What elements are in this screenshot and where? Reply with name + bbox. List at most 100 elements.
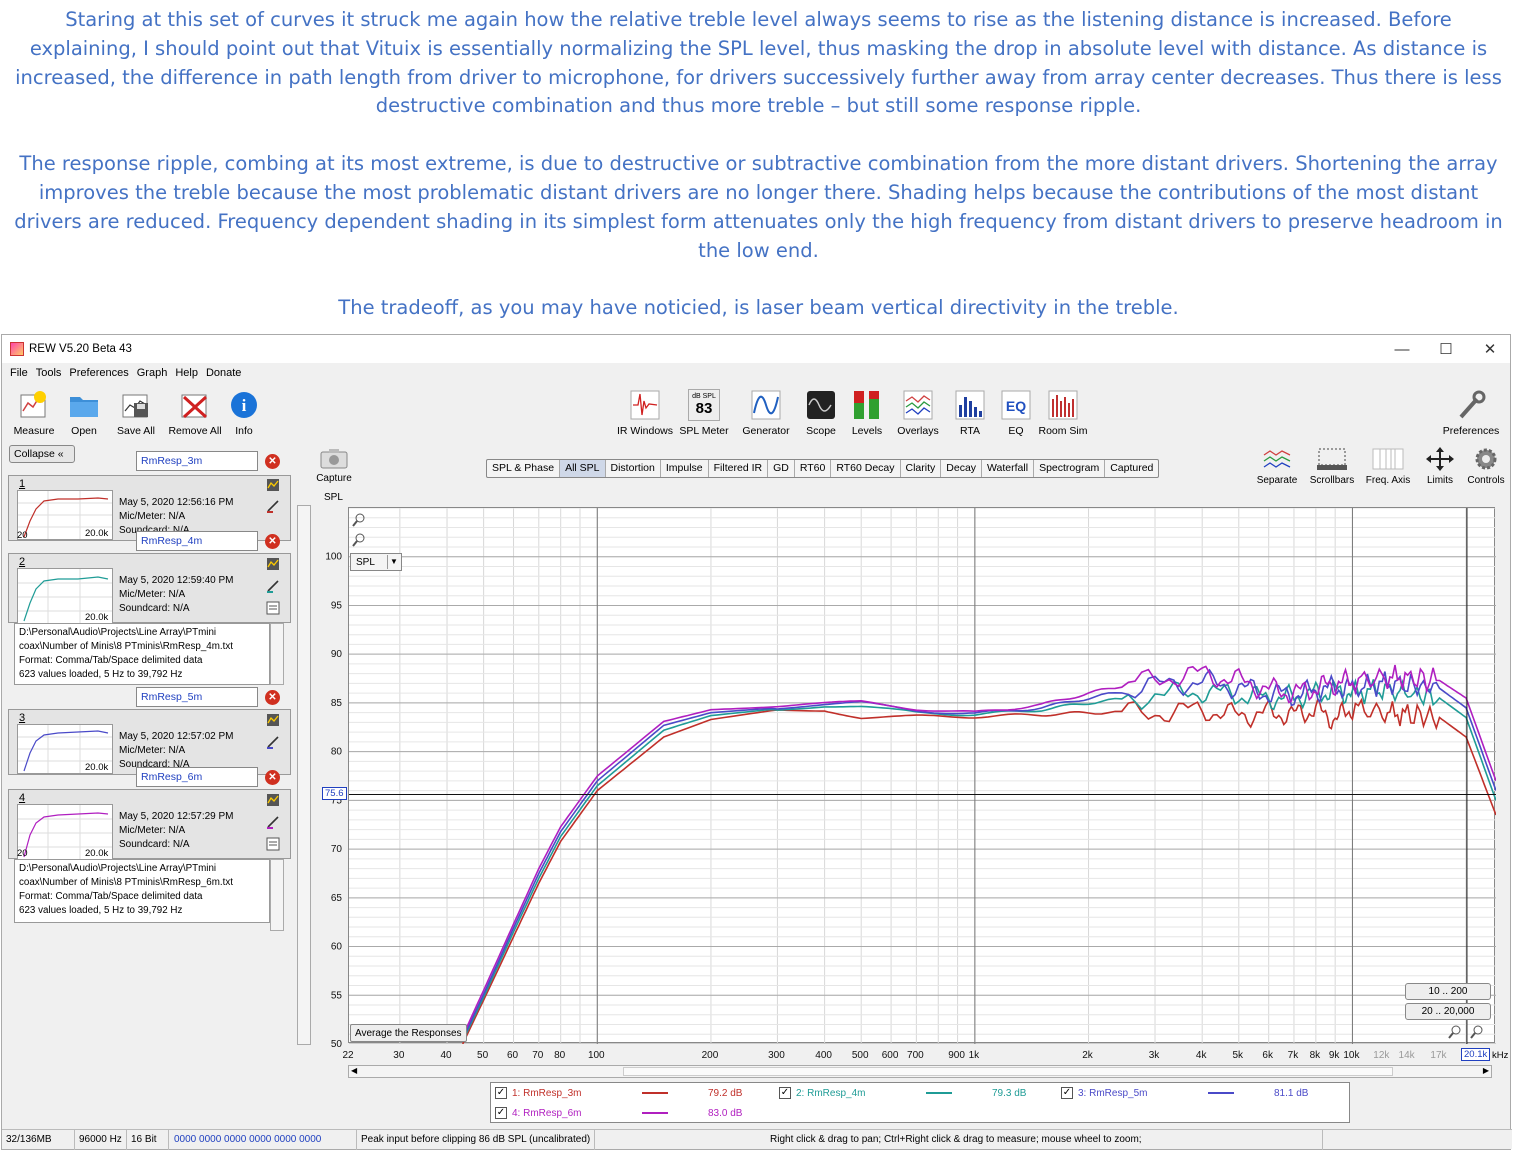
tab-rt60-decay[interactable]: RT60 Decay: [831, 460, 901, 477]
close-button[interactable]: ✕: [1468, 335, 1512, 363]
svg-text:EQ: EQ: [1006, 398, 1026, 414]
checkbox-checked-icon[interactable]: ✓: [779, 1087, 791, 1099]
pen-icon[interactable]: [266, 815, 280, 829]
open-button[interactable]: Open: [62, 389, 106, 437]
measurement-item[interactable]: 3 20.0k May 5, 2020 12:57:02 PM Mic/Mete…: [8, 709, 291, 775]
freq-axis-button[interactable]: Freq. Axis: [1362, 447, 1414, 486]
preferences-button[interactable]: Preferences: [1438, 389, 1504, 437]
notes-icon[interactable]: [266, 837, 280, 851]
measurement-mic: Mic/Meter: N/A: [119, 511, 186, 522]
menu-donate[interactable]: Donate: [206, 367, 241, 379]
tab-spl-phase[interactable]: SPL & Phase: [487, 460, 561, 477]
separate-button[interactable]: Separate: [1254, 447, 1300, 486]
measurement-item[interactable]: 4 20 20.0k May 5, 2020 12:57:29 PM Mic/M…: [8, 789, 291, 860]
x-zoom-in-icon[interactable]: [1470, 1025, 1484, 1042]
remove-all-button[interactable]: Remove All: [166, 389, 224, 437]
limits-button[interactable]: Limits: [1420, 447, 1460, 486]
measurement-notes[interactable]: D:\Personal\Audio\Projects\Line Array\PT…: [14, 859, 270, 923]
tab-decay[interactable]: Decay: [941, 460, 983, 477]
eq-button[interactable]: EQ EQ: [1000, 389, 1032, 437]
menu-help[interactable]: Help: [175, 367, 198, 379]
tab-spectrogram[interactable]: Spectrogram: [1034, 460, 1106, 477]
save-measurement-icon[interactable]: [266, 793, 280, 807]
measurement-name-input[interactable]: RmResp_3m: [136, 451, 258, 471]
checkbox-checked-icon[interactable]: ✓: [495, 1087, 507, 1099]
measurement-date: May 5, 2020 12:56:16 PM: [119, 497, 234, 508]
notes-line: D:\Personal\Audio\Projects\Line Array\PT…: [19, 627, 217, 638]
tab-clarity[interactable]: Clarity: [901, 460, 942, 477]
graph-horizontal-scrollbar[interactable]: ◀ ▶: [348, 1065, 1492, 1078]
menu-preferences[interactable]: Preferences: [69, 367, 128, 379]
delete-measurement-icon[interactable]: ✕: [265, 690, 280, 705]
measurement-name-input[interactable]: RmResp_4m: [136, 531, 258, 551]
x-zoom-out-icon[interactable]: [1448, 1025, 1462, 1042]
checkbox-checked-icon[interactable]: ✓: [495, 1107, 507, 1119]
levels-button[interactable]: Levels: [847, 389, 887, 437]
delete-measurement-icon[interactable]: ✕: [265, 534, 280, 549]
legend-item[interactable]: ✓ 1: RmResp_3m 79.2 dB: [495, 1087, 742, 1099]
room-sim-button[interactable]: Room Sim: [1038, 389, 1088, 437]
measure-button[interactable]: Measure: [10, 389, 58, 437]
tab-captured[interactable]: Captured: [1105, 460, 1158, 477]
maximize-button[interactable]: ☐: [1424, 335, 1468, 363]
scrollbar-thumb[interactable]: [623, 1067, 1393, 1076]
scroll-right-icon[interactable]: ▶: [1483, 1066, 1489, 1075]
menu-graph[interactable]: Graph: [137, 367, 168, 379]
tab-all-spl[interactable]: All SPL: [560, 460, 606, 477]
plot-area[interactable]: [348, 507, 1497, 1045]
collapse-button[interactable]: Collapse «: [9, 445, 75, 463]
scope-button[interactable]: Scope: [802, 389, 840, 437]
room-sim-icon: [1047, 389, 1079, 421]
range-10-200-button[interactable]: 10 .. 200: [1405, 983, 1491, 1000]
measurement-name-input[interactable]: RmResp_5m: [136, 687, 258, 707]
save-all-button[interactable]: Save All: [112, 389, 160, 437]
pen-icon[interactable]: [266, 579, 280, 593]
tab-filtered-ir[interactable]: Filtered IR: [709, 460, 769, 477]
delete-measurement-icon[interactable]: ✕: [265, 770, 280, 785]
checkbox-checked-icon[interactable]: ✓: [1061, 1087, 1073, 1099]
rta-button[interactable]: RTA: [952, 389, 988, 437]
pen-icon[interactable]: [266, 735, 280, 749]
tab-distortion[interactable]: Distortion: [606, 460, 661, 477]
pen-icon[interactable]: [266, 499, 280, 513]
measurement-name-input[interactable]: RmResp_6m: [136, 767, 258, 787]
save-measurement-icon[interactable]: [266, 557, 280, 571]
spl-meter-button[interactable]: dB SPL 83 SPL Meter: [679, 389, 729, 437]
notes-icon[interactable]: [266, 601, 280, 615]
spl-select[interactable]: SPL ▼: [350, 553, 402, 571]
tab-gd[interactable]: GD: [768, 460, 795, 477]
delete-measurement-icon[interactable]: ✕: [265, 454, 280, 469]
legend-item[interactable]: ✓ 2: RmResp_4m 79.3 dB: [779, 1087, 1026, 1099]
save-measurement-icon[interactable]: [266, 713, 280, 727]
ir-windows-button[interactable]: IR Windows: [614, 389, 676, 437]
spl-chart[interactable]: [349, 507, 1497, 1045]
menu-file[interactable]: File: [10, 367, 28, 379]
panel-scrollbar[interactable]: [297, 505, 311, 1045]
menu-tools[interactable]: Tools: [36, 367, 62, 379]
capture-button[interactable]: Capture: [312, 447, 356, 484]
minimize-button[interactable]: —: [1380, 335, 1424, 363]
legend-series-name: 1: RmResp_3m: [512, 1087, 582, 1099]
legend-item[interactable]: ✓ 3: RmResp_5m 81.1 dB: [1061, 1087, 1308, 1099]
generator-button[interactable]: Generator: [740, 389, 792, 437]
overlays-button[interactable]: Overlays: [895, 389, 941, 437]
range-20-20000-button[interactable]: 20 .. 20,000: [1405, 1003, 1491, 1020]
measurement-notes[interactable]: D:\Personal\Audio\Projects\Line Array\PT…: [14, 623, 270, 685]
scroll-left-icon[interactable]: ◀: [351, 1066, 357, 1075]
notes-scrollbar[interactable]: [270, 623, 284, 685]
controls-button[interactable]: Controls: [1464, 447, 1508, 486]
scrollbars-button[interactable]: Scrollbars: [1306, 447, 1358, 486]
save-measurement-icon[interactable]: [266, 478, 280, 492]
notes-scrollbar[interactable]: [270, 859, 284, 931]
legend-item[interactable]: ✓ 4: RmResp_6m 83.0 dB: [495, 1107, 742, 1119]
limits-label: Limits: [1426, 475, 1454, 486]
zoom-in-icon[interactable]: [352, 513, 366, 530]
tab-rt60[interactable]: RT60: [795, 460, 832, 477]
generator-icon: [750, 389, 782, 421]
measurement-item[interactable]: 2 20.0k May 5, 2020 12:59:40 PM Mic/Mete…: [8, 553, 291, 624]
average-responses-button[interactable]: Average the Responses: [350, 1024, 467, 1042]
zoom-out-icon[interactable]: [352, 533, 366, 550]
tab-waterfall[interactable]: Waterfall: [982, 460, 1035, 477]
tab-impulse[interactable]: Impulse: [661, 460, 709, 477]
info-button[interactable]: i Info: [226, 389, 262, 437]
